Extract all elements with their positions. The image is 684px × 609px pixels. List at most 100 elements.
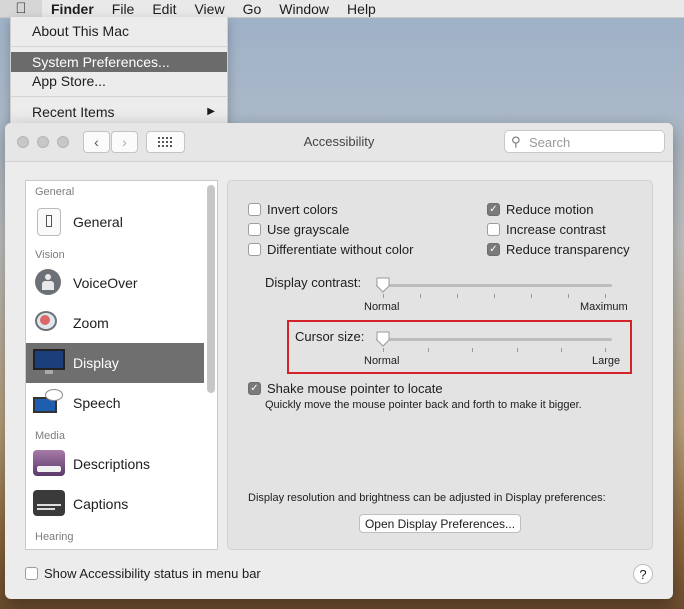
menu-item-about[interactable]: About This Mac bbox=[11, 21, 227, 41]
apple-menu-icon[interactable]:  bbox=[0, 0, 42, 17]
menu-item-system-preferences[interactable]: System Preferences... bbox=[11, 52, 227, 72]
reduce-transparency-checkbox[interactable]: ✓ Reduce transparency bbox=[487, 242, 630, 257]
title-bar: ‹ › Accessibility ⚲ bbox=[5, 123, 673, 162]
slider-tick bbox=[457, 294, 458, 298]
sidebar-item-captions[interactable]: Captions bbox=[26, 484, 204, 524]
shake-to-locate-checkbox[interactable]: ✓ Shake mouse pointer to locate bbox=[248, 381, 443, 396]
slider-tick bbox=[472, 348, 473, 352]
increase-contrast-checkbox[interactable]: Increase contrast bbox=[487, 222, 606, 237]
slider-tick bbox=[428, 348, 429, 352]
search-input[interactable] bbox=[527, 133, 661, 151]
checkbox-box bbox=[248, 223, 261, 236]
menu-item-about-label: About This Mac bbox=[32, 23, 130, 39]
checkmark-icon: ✓ bbox=[487, 243, 500, 256]
shake-description: Quickly move the mouse pointer back and … bbox=[265, 399, 582, 411]
checkbox-label: Differentiate without color bbox=[267, 242, 414, 257]
menu-item-app-store-label: App Store... bbox=[32, 73, 106, 89]
sidebar-item-voiceover[interactable]: VoiceOver bbox=[26, 263, 204, 303]
submenu-arrow-icon: ▶ bbox=[207, 106, 215, 117]
use-grayscale-checkbox[interactable]: Use grayscale bbox=[248, 222, 349, 237]
checkmark-icon: ✓ bbox=[248, 382, 261, 395]
menu-separator bbox=[11, 96, 227, 97]
checkbox-box bbox=[25, 567, 38, 580]
contrast-max-label: Maximum bbox=[580, 301, 628, 313]
checkbox-box bbox=[487, 223, 500, 236]
speech-icon bbox=[33, 389, 65, 417]
category-sidebar: General General Vision VoiceOver Zoom Di… bbox=[25, 180, 218, 550]
slider-tick bbox=[531, 294, 532, 298]
slider-thumb[interactable] bbox=[376, 277, 390, 293]
slider-tick bbox=[568, 294, 569, 298]
apple-dropdown-menu: About This Mac System Preferences... App… bbox=[10, 17, 228, 130]
sidebar-item-label: Zoom bbox=[73, 315, 109, 331]
sidebar-item-label: Speech bbox=[73, 395, 121, 411]
menu-go[interactable]: Go bbox=[234, 1, 271, 17]
captions-icon bbox=[33, 490, 65, 516]
menu-finder[interactable]: Finder bbox=[42, 1, 103, 17]
menu-window[interactable]: Window bbox=[270, 1, 338, 17]
slider-track bbox=[376, 338, 612, 341]
voiceover-icon bbox=[35, 269, 61, 295]
invert-colors-checkbox[interactable]: Invert colors bbox=[248, 202, 338, 217]
button-label: Open Display Preferences... bbox=[364, 516, 516, 531]
menu-separator bbox=[11, 46, 227, 47]
show-status-in-menu-bar-checkbox[interactable]: Show Accessibility status in menu bar bbox=[25, 566, 261, 581]
section-header-hearing: Hearing bbox=[35, 531, 74, 543]
menu-view[interactable]: View bbox=[185, 1, 233, 17]
sidebar-item-zoom[interactable]: Zoom bbox=[26, 303, 204, 343]
contrast-min-label: Normal bbox=[364, 301, 400, 313]
slider-tick bbox=[494, 294, 495, 298]
search-icon: ⚲ bbox=[511, 134, 521, 149]
menu-help[interactable]: Help bbox=[338, 1, 385, 17]
checkbox-label: Shake mouse pointer to locate bbox=[267, 381, 443, 396]
slider-tick bbox=[605, 348, 606, 352]
checkbox-label: Reduce transparency bbox=[506, 242, 630, 257]
sidebar-item-descriptions[interactable]: Descriptions bbox=[26, 444, 204, 484]
sidebar-item-label: Captions bbox=[73, 496, 129, 512]
checkmark-icon: ✓ bbox=[487, 203, 500, 216]
open-display-preferences-button[interactable]: Open Display Preferences... bbox=[359, 514, 521, 533]
cursor-max-label: Large bbox=[592, 355, 621, 367]
slider-tick bbox=[517, 348, 518, 352]
menu-item-recent-items[interactable]: Recent Items ▶ bbox=[11, 102, 227, 122]
general-icon bbox=[37, 208, 61, 236]
sidebar-scrollbar[interactable] bbox=[207, 185, 215, 393]
search-field[interactable]: ⚲ bbox=[504, 130, 665, 153]
reduce-motion-checkbox[interactable]: ✓ Reduce motion bbox=[487, 202, 593, 217]
slider-thumb[interactable] bbox=[376, 331, 390, 347]
section-header-media: Media bbox=[35, 430, 65, 442]
checkbox-label: Use grayscale bbox=[267, 222, 350, 237]
checkbox-label: Reduce motion bbox=[506, 202, 594, 217]
sidebar-item-label: General bbox=[73, 214, 123, 230]
sidebar-item-display[interactable]: Display bbox=[26, 343, 204, 383]
slider-tick bbox=[383, 294, 384, 298]
slider-tick bbox=[420, 294, 421, 298]
checkbox-box bbox=[248, 243, 261, 256]
display-contrast-label: Display contrast: bbox=[265, 275, 362, 290]
slider-track bbox=[376, 284, 612, 287]
slider-tick bbox=[383, 348, 384, 352]
accessibility-window: ‹ › Accessibility ⚲ General G bbox=[5, 123, 673, 599]
sidebar-item-speech[interactable]: Speech bbox=[26, 383, 204, 423]
differentiate-without-color-checkbox[interactable]: Differentiate without color bbox=[248, 242, 413, 257]
sidebar-item-general[interactable]: General bbox=[26, 202, 204, 242]
resolution-note: Display resolution and brightness can be… bbox=[248, 492, 606, 504]
zoom-icon bbox=[35, 309, 61, 335]
checkbox-label: Show Accessibility status in menu bar bbox=[44, 566, 261, 581]
help-button[interactable]: ? bbox=[633, 564, 653, 584]
display-settings-pane: Invert colors Use grayscale Differentiat… bbox=[227, 180, 653, 550]
sidebar-item-label: Descriptions bbox=[73, 456, 151, 472]
slider-tick bbox=[561, 348, 562, 352]
sidebar-item-label: Display bbox=[73, 355, 119, 371]
menu-item-app-store[interactable]: App Store... bbox=[11, 71, 227, 91]
section-header-general: General bbox=[35, 186, 75, 198]
question-mark-icon: ? bbox=[639, 566, 647, 582]
checkbox-label: Invert colors bbox=[267, 202, 338, 217]
cursor-size-label: Cursor size: bbox=[295, 329, 365, 344]
section-header-vision: Vision bbox=[35, 249, 65, 261]
checkbox-label: Increase contrast bbox=[506, 222, 606, 237]
descriptions-icon bbox=[33, 450, 65, 476]
menu-edit[interactable]: Edit bbox=[143, 1, 185, 17]
menu-item-system-preferences-label: System Preferences... bbox=[32, 54, 170, 70]
menu-file[interactable]: File bbox=[103, 1, 144, 17]
